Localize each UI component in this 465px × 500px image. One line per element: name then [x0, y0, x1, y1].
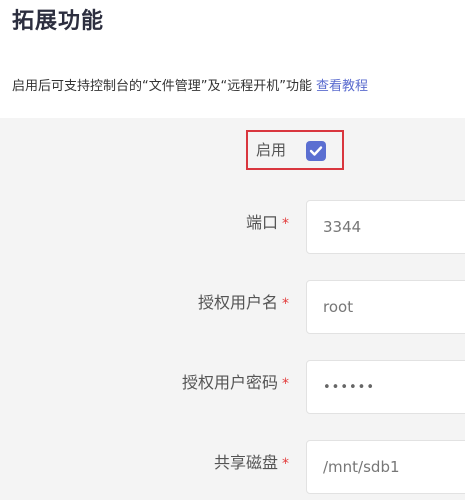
port-value: 3344	[323, 218, 362, 236]
username-value: root	[323, 298, 354, 316]
page-title: 拓展功能	[12, 9, 105, 34]
enable-checkbox[interactable]	[306, 141, 326, 161]
required-mark: *	[282, 216, 289, 232]
description: 启用后可支持控制台的“文件管理”及“远程开机”功能 查看教程	[12, 78, 368, 96]
password-label-text: 授权用户密码	[181, 373, 278, 392]
shared-disk-label: 共享磁盘 *	[214, 453, 289, 474]
shared-disk-label-text: 共享磁盘	[213, 453, 278, 472]
port-label: 端口 *	[246, 213, 289, 234]
tutorial-link[interactable]: 查看教程	[316, 79, 368, 94]
required-mark: *	[282, 456, 289, 472]
required-mark: *	[282, 376, 289, 392]
port-input[interactable]: 3344	[306, 200, 465, 254]
description-text: 启用后可支持控制台的“文件管理”及“远程开机”功能	[12, 79, 312, 94]
page-header: 拓展功能	[0, 0, 465, 52]
password-value: ••••••	[323, 380, 376, 395]
description-band: 启用后可支持控制台的“文件管理”及“远程开机”功能 查看教程	[0, 52, 465, 118]
username-input[interactable]: root	[306, 280, 465, 334]
password-input[interactable]: ••••••	[306, 360, 465, 414]
username-label: 授权用户名 *	[198, 293, 289, 314]
shared-disk-value: /mnt/sdb1	[323, 458, 400, 476]
checkmark-icon	[309, 146, 323, 156]
shared-disk-input[interactable]: /mnt/sdb1	[306, 440, 465, 494]
extension-form: 启用 端口 * 3344 授权用户名 * root 授权用户密码 * •••••• 共…	[0, 118, 465, 500]
enable-label: 启用	[256, 141, 287, 159]
required-mark: *	[282, 296, 289, 312]
username-label-text: 授权用户名	[197, 293, 278, 312]
password-label: 授权用户密码 *	[182, 373, 289, 394]
enable-highlight-box: 启用	[246, 130, 344, 170]
port-label-text: 端口	[245, 213, 278, 232]
